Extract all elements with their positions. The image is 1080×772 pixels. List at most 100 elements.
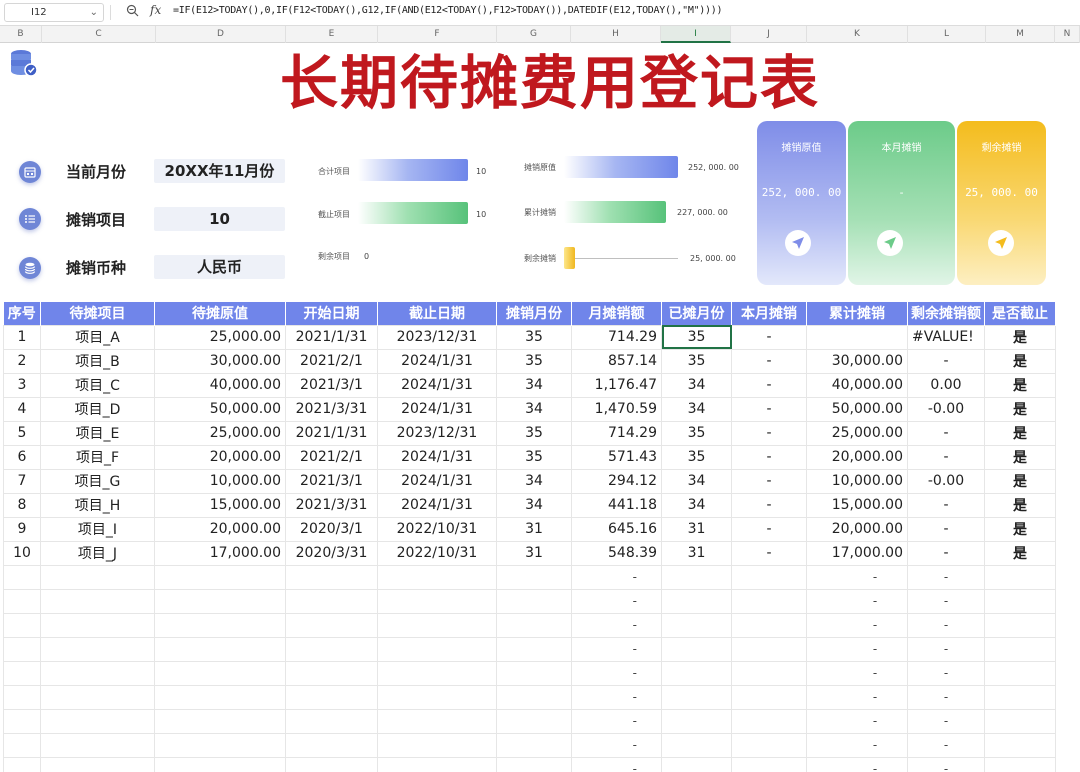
table-cell[interactable]: 8 — [3, 492, 41, 518]
table-cell[interactable]: 20,000.00 — [154, 516, 286, 542]
table-cell[interactable]: 2021/3/31 — [285, 396, 378, 422]
table-cell[interactable] — [40, 756, 155, 772]
table-cell[interactable]: 是 — [984, 540, 1056, 566]
table-cell[interactable]: - — [806, 588, 908, 614]
table-cell[interactable]: - — [806, 756, 908, 772]
fx-icon[interactable]: fx — [150, 3, 161, 17]
table-cell[interactable] — [496, 660, 572, 686]
table-cell[interactable] — [731, 756, 807, 772]
table-cell[interactable]: 2023/12/31 — [377, 420, 497, 446]
table-cell[interactable]: - — [907, 708, 985, 734]
table-cell[interactable]: - — [731, 492, 807, 518]
table-cell[interactable]: 571.43 — [571, 444, 662, 470]
zoom-icon[interactable] — [126, 4, 140, 18]
table-cell[interactable]: - — [571, 732, 662, 758]
table-cell[interactable] — [731, 732, 807, 758]
table-cell[interactable] — [496, 636, 572, 662]
table-cell[interactable] — [731, 588, 807, 614]
column-header-m[interactable]: M — [986, 26, 1055, 43]
table-cell[interactable] — [731, 684, 807, 710]
table-cell[interactable]: - — [731, 540, 807, 566]
table-cell[interactable]: 34 — [496, 396, 572, 422]
table-cell[interactable]: 2021/1/31 — [285, 420, 378, 446]
table-cell[interactable]: - — [731, 324, 807, 350]
table-cell[interactable] — [285, 732, 378, 758]
table-cell[interactable]: - — [907, 516, 985, 542]
table-cell[interactable]: - — [571, 684, 662, 710]
table-cell[interactable] — [731, 708, 807, 734]
table-cell[interactable] — [984, 684, 1056, 710]
table-cell[interactable]: - — [907, 756, 985, 772]
table-cell[interactable] — [154, 708, 286, 734]
table-cell[interactable]: 35 — [496, 420, 572, 446]
table-cell[interactable] — [661, 612, 732, 638]
column-header-cell[interactable]: 摊销月份 — [496, 302, 572, 325]
table-cell[interactable] — [40, 732, 155, 758]
table-cell[interactable]: 50,000.00 — [806, 396, 908, 422]
table-cell[interactable] — [984, 660, 1056, 686]
table-cell[interactable] — [496, 708, 572, 734]
table-cell[interactable] — [285, 708, 378, 734]
table-cell[interactable] — [377, 684, 497, 710]
table-cell[interactable]: 2024/1/31 — [377, 468, 497, 494]
table-cell[interactable] — [40, 636, 155, 662]
table-cell[interactable]: 项目_C — [40, 372, 155, 398]
table-cell[interactable]: 2023/12/31 — [377, 324, 497, 350]
table-cell[interactable] — [984, 636, 1056, 662]
table-cell[interactable]: 31 — [496, 516, 572, 542]
table-cell[interactable]: 7 — [3, 468, 41, 494]
table-cell[interactable]: 3 — [3, 372, 41, 398]
table-cell[interactable]: 50,000.00 — [154, 396, 286, 422]
table-cell[interactable]: - — [907, 588, 985, 614]
table-cell[interactable]: 20,000.00 — [806, 444, 908, 470]
table-cell[interactable]: 645.16 — [571, 516, 662, 542]
table-cell[interactable] — [285, 756, 378, 772]
table-cell[interactable]: - — [907, 660, 985, 686]
table-cell[interactable]: 是 — [984, 444, 1056, 470]
table-cell[interactable]: - — [731, 444, 807, 470]
table-cell[interactable] — [377, 660, 497, 686]
table-cell[interactable] — [3, 660, 41, 686]
table-cell[interactable]: 是 — [984, 516, 1056, 542]
table-cell[interactable]: 2021/2/1 — [285, 348, 378, 374]
table-cell[interactable] — [496, 732, 572, 758]
table-cell[interactable] — [154, 660, 286, 686]
table-cell[interactable]: - — [907, 684, 985, 710]
table-cell[interactable]: 2021/3/1 — [285, 372, 378, 398]
table-cell[interactable]: - — [907, 612, 985, 638]
table-cell[interactable]: - — [731, 396, 807, 422]
table-cell[interactable]: 2021/3/31 — [285, 492, 378, 518]
table-cell[interactable]: 2022/10/31 — [377, 540, 497, 566]
table-cell[interactable]: - — [571, 708, 662, 734]
table-cell[interactable]: 6 — [3, 444, 41, 470]
table-cell[interactable]: 2024/1/31 — [377, 396, 497, 422]
column-header-cell[interactable]: 序号 — [3, 302, 41, 325]
table-cell[interactable]: - — [731, 372, 807, 398]
table-cell[interactable]: 35 — [496, 348, 572, 374]
table-cell[interactable]: 35 — [496, 444, 572, 470]
table-cell[interactable]: 35 — [496, 324, 572, 350]
table-cell[interactable] — [3, 612, 41, 638]
table-cell[interactable] — [496, 612, 572, 638]
table-cell[interactable] — [731, 612, 807, 638]
table-cell[interactable] — [661, 564, 732, 590]
table-cell[interactable]: 2021/3/1 — [285, 468, 378, 494]
table-cell[interactable] — [285, 588, 378, 614]
table-cell[interactable]: 35 — [661, 420, 732, 446]
table-cell[interactable] — [984, 732, 1056, 758]
table-cell[interactable]: 15,000.00 — [154, 492, 286, 518]
table-cell[interactable]: 项目_H — [40, 492, 155, 518]
table-cell[interactable]: 项目_I — [40, 516, 155, 542]
table-cell[interactable]: 2024/1/31 — [377, 372, 497, 398]
table-cell[interactable]: 2 — [3, 348, 41, 374]
table-cell[interactable] — [40, 684, 155, 710]
table-cell[interactable]: - — [907, 420, 985, 446]
column-header-cell[interactable]: 截止日期 — [377, 302, 497, 325]
table-cell[interactable] — [661, 708, 732, 734]
table-cell[interactable] — [661, 684, 732, 710]
table-cell[interactable] — [154, 564, 286, 590]
table-cell[interactable]: 30,000.00 — [806, 348, 908, 374]
table-cell[interactable]: 是 — [984, 420, 1056, 446]
table-cell[interactable]: 2024/1/31 — [377, 444, 497, 470]
table-cell[interactable] — [285, 612, 378, 638]
